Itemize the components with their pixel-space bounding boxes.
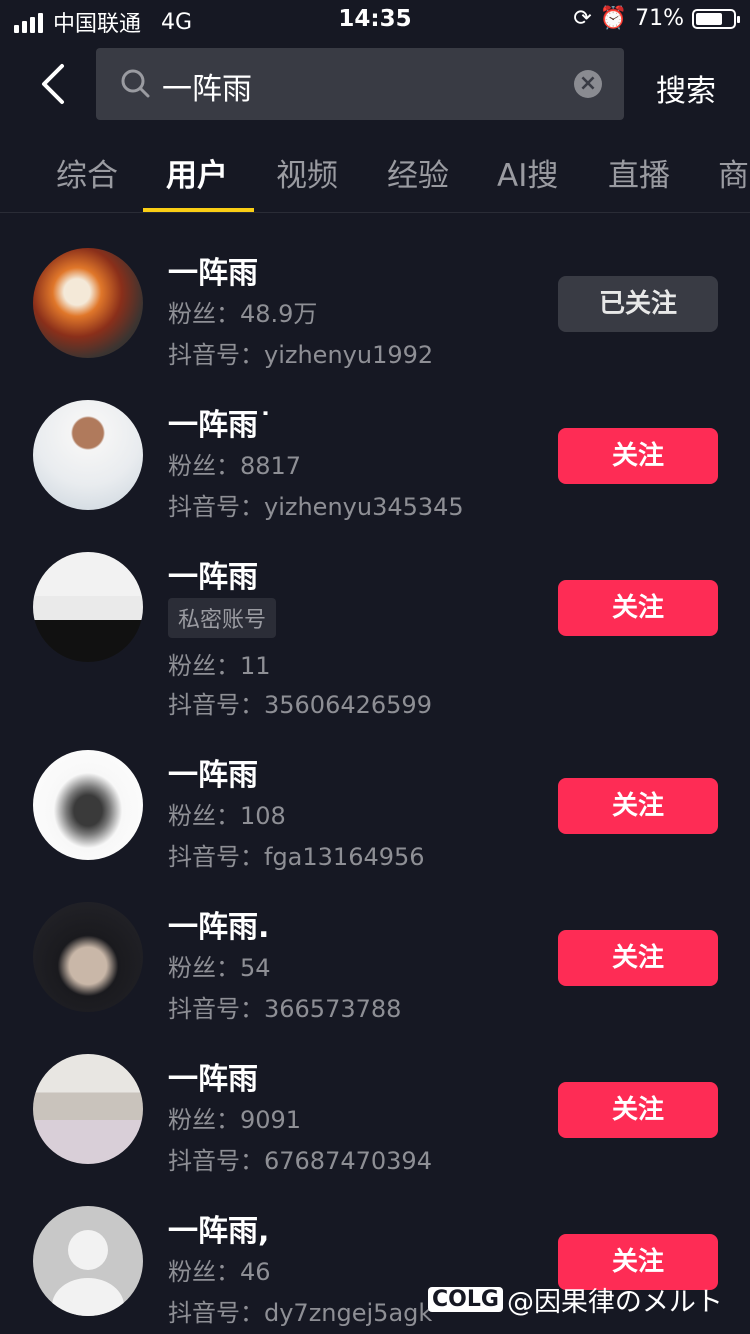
user-result[interactable]: 一阵雨. 粉丝：54 抖音号：366573788 关注 (0, 902, 750, 1032)
search-icon (121, 69, 150, 98)
follower-count: 粉丝：54 (168, 954, 271, 982)
tab-comprehensive[interactable]: 综合 (56, 150, 118, 195)
rotation-lock-icon: ⟳ (573, 6, 592, 31)
tab-users[interactable]: 用户 (166, 150, 228, 195)
tab-experience[interactable]: 经验 (387, 150, 449, 195)
douyin-id: 抖音号：dy7zngej5agk (168, 1299, 433, 1327)
user-result[interactable]: 一阵雨 私密账号 粉丝：11 抖音号：35606426599 关注 (0, 552, 750, 719)
tab-live[interactable]: 直播 (608, 150, 670, 195)
douyin-id: 抖音号：yizhenyu1992 (168, 341, 434, 369)
clear-icon[interactable]: × (574, 70, 602, 98)
avatar[interactable] (33, 552, 143, 662)
user-result[interactable]: 一阵雨˙ 粉丝：8817 抖音号：yizhenyu345345 关注 (0, 400, 750, 530)
back-button[interactable] (34, 60, 74, 108)
follower-count: 粉丝：9091 (168, 1106, 302, 1134)
tab-videos[interactable]: 视频 (276, 150, 338, 195)
avatar[interactable] (33, 1206, 143, 1316)
search-input[interactable]: 一阵雨 × (96, 48, 624, 120)
follow-button[interactable]: 关注 (558, 580, 718, 636)
follower-count: 粉丝：46 (168, 1258, 271, 1286)
user-name: 一阵雨 (168, 1062, 258, 1097)
watermark-text: @因果律のメルト (506, 1287, 723, 1318)
avatar[interactable] (33, 1054, 143, 1164)
user-result[interactable]: 一阵雨 粉丝：48.9万 抖音号：yizhenyu1992 已关注 (0, 248, 750, 378)
avatar[interactable] (33, 902, 143, 1012)
douyin-id: 抖音号：fga13164956 (168, 843, 425, 871)
user-name: 一阵雨 (168, 758, 258, 793)
default-avatar-icon (52, 1230, 124, 1316)
alarm-icon: ⏰ (599, 6, 628, 31)
avatar[interactable] (33, 750, 143, 860)
tab-ai-search[interactable]: AI搜 (497, 150, 558, 195)
avatar[interactable] (33, 248, 143, 358)
user-name: 一阵雨. (168, 910, 270, 945)
tab-shop[interactable]: 商 (718, 150, 749, 195)
follow-button[interactable]: 关注 (558, 1082, 718, 1138)
search-button[interactable]: 搜索 (656, 66, 716, 110)
follower-count: 粉丝：11 (168, 652, 271, 680)
follower-count: 粉丝：48.9万 (168, 300, 318, 328)
active-tab-indicator (143, 208, 254, 212)
chevron-left-icon (42, 64, 64, 104)
follow-button[interactable]: 关注 (558, 930, 718, 986)
colg-logo: COLG (428, 1287, 503, 1312)
douyin-id: 抖音号：67687470394 (168, 1147, 432, 1175)
user-name: 一阵雨˙ (168, 408, 273, 443)
follower-count: 粉丝：8817 (168, 452, 302, 480)
user-name: 一阵雨 (168, 256, 258, 291)
user-name: 一阵雨 (168, 560, 258, 595)
tab-bar: 综合 用户 视频 经验 AI搜 直播 商 (0, 150, 750, 213)
search-bar: 一阵雨 × 搜索 (0, 48, 750, 120)
user-result[interactable]: 一阵雨 粉丝：108 抖音号：fga13164956 关注 (0, 750, 750, 880)
follow-button[interactable]: 关注 (558, 428, 718, 484)
search-query: 一阵雨 (162, 72, 252, 107)
battery-icon (692, 8, 740, 29)
status-bar: 中国联通 4G 14:35 ⟳ ⏰ 71% (0, 0, 750, 40)
battery-percent: 71% (635, 6, 684, 31)
watermark: COLG @因果律のメルト (428, 1280, 723, 1319)
user-name: 一阵雨, (168, 1214, 270, 1249)
private-account-badge: 私密账号 (168, 598, 277, 638)
follow-button[interactable]: 关注 (558, 778, 718, 834)
user-result[interactable]: 一阵雨 粉丝：9091 抖音号：67687470394 关注 (0, 1054, 750, 1184)
douyin-id: 抖音号：35606426599 (168, 691, 432, 719)
follower-count: 粉丝：108 (168, 802, 286, 830)
douyin-id: 抖音号：366573788 (168, 995, 402, 1023)
followed-button[interactable]: 已关注 (558, 276, 718, 332)
douyin-id: 抖音号：yizhenyu345345 (168, 493, 464, 521)
avatar[interactable] (33, 400, 143, 510)
